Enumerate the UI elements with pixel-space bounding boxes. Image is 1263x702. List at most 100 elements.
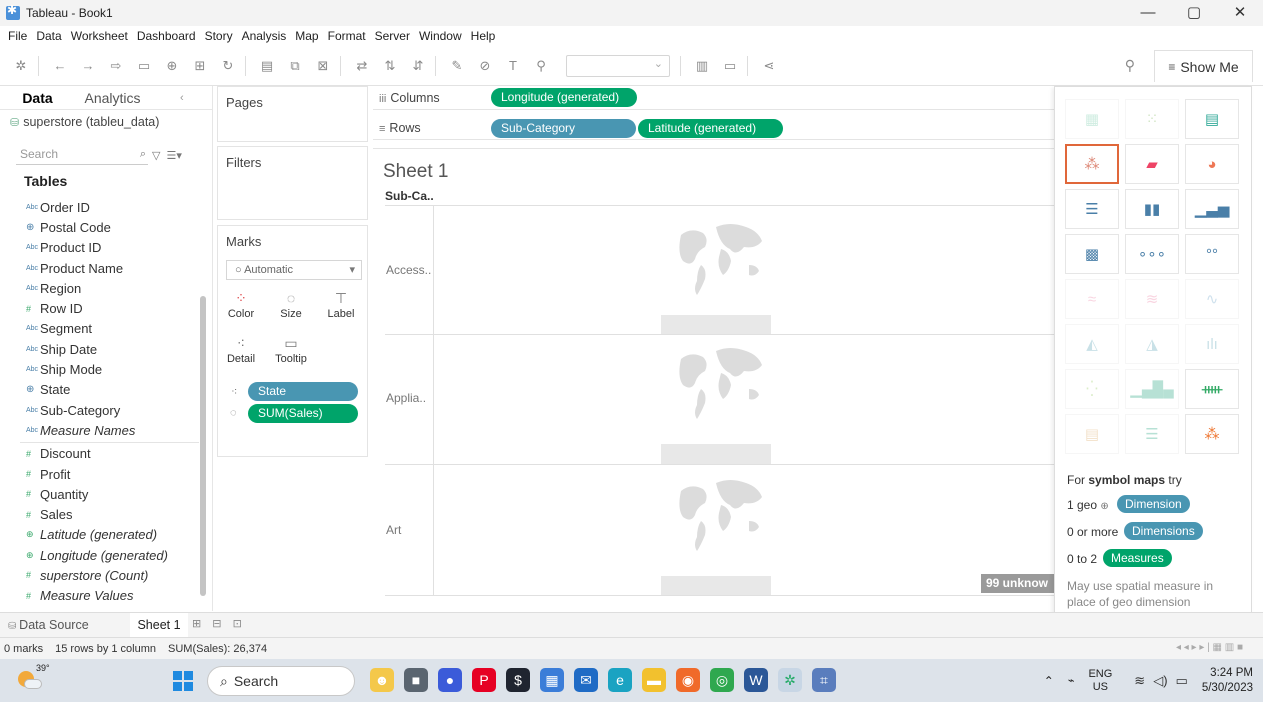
field-latitude[interactable]: ⊕ Latitude (generated) (0, 525, 199, 545)
field-row-id[interactable]: # Row ID (0, 298, 199, 318)
treemap-tile[interactable]: ▩ (1065, 234, 1119, 274)
back-icon[interactable]: ← (53, 58, 67, 73)
pin-axes-icon[interactable]: ⚲ (534, 58, 548, 74)
field-state[interactable]: ⊕ State (0, 380, 199, 400)
pages-card[interactable]: Pages (217, 86, 368, 142)
group-icon[interactable]: ⊘ (478, 58, 492, 74)
duplicate-sheet-icon[interactable]: ⧉ (288, 58, 302, 74)
bullet-graph-tile[interactable]: ☰ (1125, 414, 1179, 454)
field-product-id[interactable]: Abc Product ID (0, 238, 199, 258)
status-view-controls[interactable]: ◂ ◂ ▸ ▸ | ▦ ▥ ■ (1176, 642, 1243, 653)
stacked-bars-tile[interactable]: ▮▮ (1125, 189, 1179, 229)
data-source-tab[interactable]: ⛁ Data Source (8, 618, 89, 632)
data-pane-scrollbar[interactable] (200, 296, 206, 596)
taskbar-search[interactable]: ⌕ Search (207, 666, 355, 696)
field-search-input[interactable]: Search ⌕ (16, 145, 148, 165)
pin-icon[interactable]: ⚲ (1125, 57, 1135, 74)
pie-chart-tile[interactable]: ◕ (1185, 144, 1239, 184)
field-postal-code[interactable]: ⊕ Postal Code (0, 217, 199, 237)
new-datasource-icon[interactable]: ⊕ (165, 58, 179, 74)
show-me-button[interactable]: ≡ Show Me (1154, 50, 1253, 82)
row-label-appliances[interactable]: Applia.. (386, 391, 426, 405)
side-by-side-bars-tile[interactable]: ▁▃▅ (1185, 189, 1239, 229)
dual-lines-tile[interactable]: ∿ (1185, 279, 1239, 319)
menu-worksheet[interactable]: Worksheet (71, 29, 128, 43)
size-button[interactable]: ◌ Size (274, 288, 308, 326)
chrome-icon[interactable]: ◎ (710, 668, 734, 692)
run-update-icon[interactable]: ▤ (260, 58, 274, 74)
new-worksheet-tab-icon[interactable]: ⊞ (192, 618, 201, 630)
word-icon[interactable]: W (744, 668, 768, 692)
pinterest-icon[interactable]: P (472, 668, 496, 692)
color-button[interactable]: ⁘ Color (224, 288, 258, 326)
detail-button[interactable]: ⁖ Detail (224, 333, 258, 371)
filters-card[interactable]: Filters (217, 146, 368, 220)
maximize-icon[interactable]: ▢ (1171, 0, 1217, 26)
area-continuous-tile[interactable]: ◭ (1065, 324, 1119, 364)
continuous-lines-tile[interactable]: ≈ (1065, 279, 1119, 319)
swap-icon[interactable]: ⇄ (355, 58, 369, 74)
tab-data[interactable]: Data (0, 90, 75, 106)
sort-asc-icon[interactable]: ⇅ (383, 58, 397, 74)
minimize-icon[interactable]: — (1125, 0, 1171, 26)
show-hidden-icons[interactable]: ⌃ (1044, 674, 1054, 688)
side-by-side-circles-tile[interactable]: °° (1185, 234, 1239, 274)
task-view-icon[interactable]: ■ (404, 668, 428, 692)
close-icon[interactable]: ✕ (1217, 0, 1263, 26)
chat-icon[interactable]: ● (438, 668, 462, 692)
share-icon[interactable]: ⋖ (762, 58, 776, 74)
view-options-icon[interactable]: ☰▾ (166, 149, 181, 162)
field-measure-values[interactable]: # Measure Values (0, 586, 199, 606)
sort-desc-icon[interactable]: ⇵ (411, 58, 425, 74)
rows-pill-sub-category[interactable]: Sub-Category (491, 119, 636, 138)
tab-analytics[interactable]: Analytics (75, 90, 150, 106)
row-label-art[interactable]: Art (386, 523, 401, 537)
field-ship-mode[interactable]: Abc Ship Mode (0, 359, 199, 379)
widget-app-icon[interactable]: ☻ (370, 668, 394, 692)
new-worksheet-icon[interactable]: ⊞ (193, 58, 207, 74)
field-product-name[interactable]: Abc Product Name (0, 258, 199, 278)
label-icon[interactable]: T (506, 58, 520, 73)
data-source-icon[interactable]: ⇨ (109, 58, 123, 74)
menu-data[interactable]: Data (36, 29, 61, 43)
menu-dashboard[interactable]: Dashboard (137, 29, 196, 43)
field-measure-names[interactable]: Abc Measure Names (0, 420, 199, 440)
collapse-pane-icon[interactable]: ‹ (180, 92, 184, 104)
file-explorer-icon[interactable]: ▬ (642, 668, 666, 692)
marks-pill-state[interactable]: State (248, 382, 358, 401)
heat-map-tile[interactable]: ⁙ (1125, 99, 1179, 139)
menu-analysis[interactable]: Analysis (242, 29, 287, 43)
rows-pill-latitude[interactable]: Latitude (generated) (638, 119, 783, 138)
dual-combination-tile[interactable]: ılı (1185, 324, 1239, 364)
field-discount[interactable]: # Discount (0, 444, 199, 464)
text-table-tile[interactable]: ▦ (1065, 99, 1119, 139)
field-sales[interactable]: # Sales (0, 504, 199, 524)
save-icon[interactable]: ▭ (137, 58, 151, 74)
menu-window[interactable]: Window (419, 29, 462, 43)
presentation-icon[interactable]: ▭ (723, 58, 737, 74)
menu-story[interactable]: Story (205, 29, 233, 43)
histogram-tile[interactable]: ▁▄█▄ (1125, 369, 1179, 409)
tableau-taskbar-icon[interactable]: ✲ (778, 668, 802, 692)
refresh-icon[interactable]: ↻ (221, 58, 235, 74)
packed-bubbles-tile[interactable]: ⁂ (1185, 414, 1239, 454)
world-map-accessories[interactable] (661, 215, 771, 335)
clock[interactable]: 3:24 PM 5/30/2023 (1202, 666, 1253, 696)
row-label-accessories[interactable]: Access.. (386, 263, 431, 277)
menu-map[interactable]: Map (295, 29, 318, 43)
new-story-tab-icon[interactable]: ⊡ (233, 618, 242, 630)
tableau-home-icon[interactable]: ✲ (14, 58, 28, 74)
network-status-icon[interactable]: ⌁ (1068, 674, 1075, 687)
field-ship-date[interactable]: Abc Ship Date (0, 339, 199, 359)
menu-format[interactable]: Format (328, 29, 366, 43)
discrete-lines-tile[interactable]: ≋ (1125, 279, 1179, 319)
snipping-tool-icon[interactable]: ⌗ (812, 668, 836, 692)
rows-shelf[interactable]: ≡ Rows Sub-Category Latitude (generated) (373, 116, 1054, 140)
app-s-icon[interactable]: $ (506, 668, 530, 692)
forward-icon[interactable]: → (81, 58, 95, 73)
field-profit[interactable]: # Profit (0, 464, 199, 484)
field-sub-category[interactable]: Abc Sub-Category (0, 400, 199, 420)
show-cards-icon[interactable]: ▥ (695, 58, 709, 74)
filled-map-tile[interactable]: ▰ (1125, 144, 1179, 184)
mark-type-dropdown[interactable]: ○ Automatic (226, 260, 362, 280)
